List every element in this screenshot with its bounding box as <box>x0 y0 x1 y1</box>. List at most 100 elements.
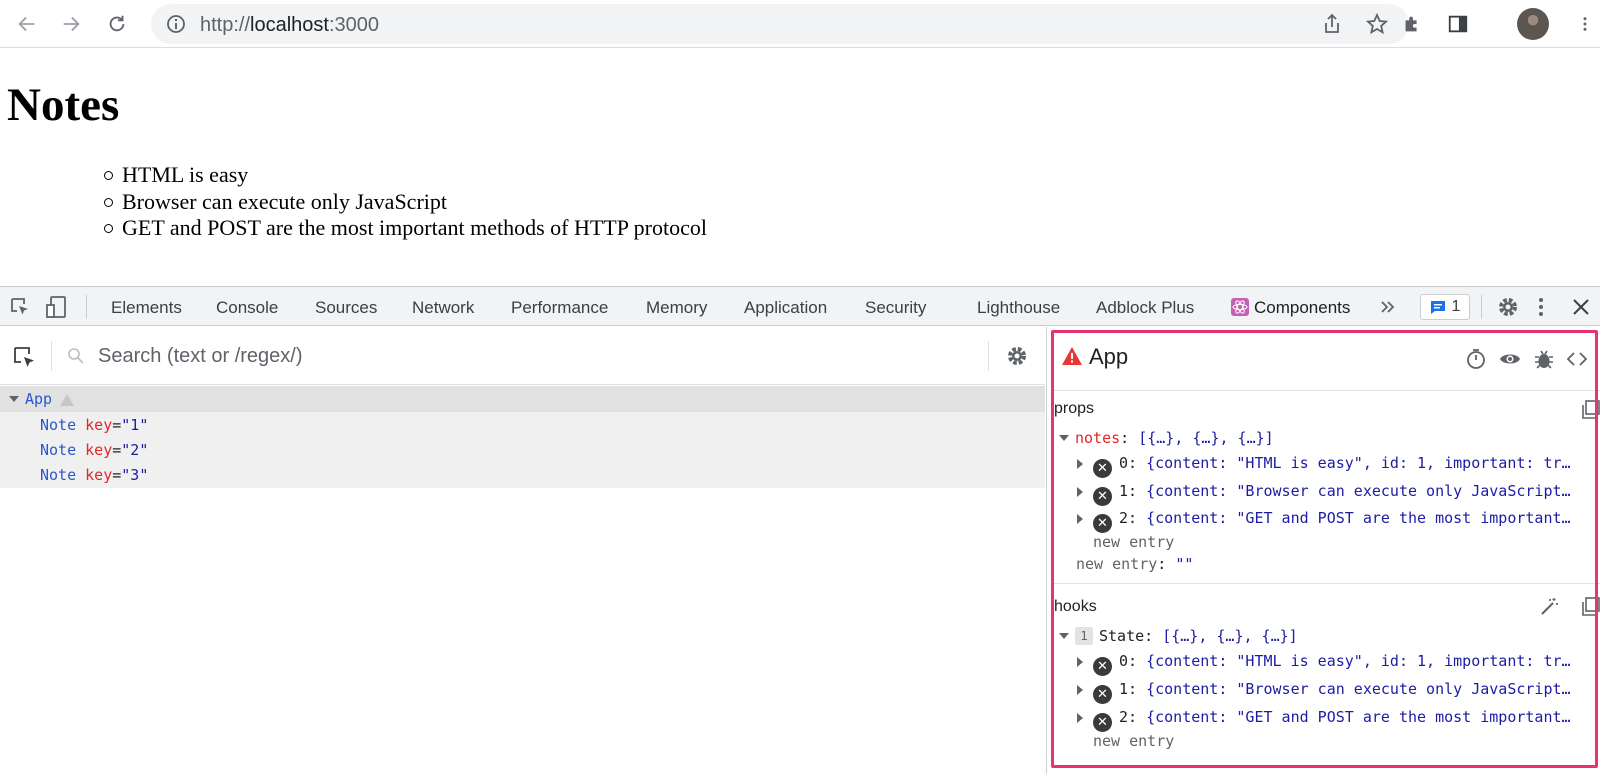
expand-caret-icon[interactable] <box>1077 513 1083 524</box>
hook-state-row[interactable]: 1 State: [{…}, {…}, {…}] <box>1059 625 1298 647</box>
bookmark-star-icon[interactable] <box>1366 13 1388 35</box>
expand-caret-icon[interactable] <box>1059 632 1069 639</box>
hook-id-badge: 1 <box>1075 627 1093 645</box>
tab-console[interactable]: Console <box>216 298 278 318</box>
url-host: localhost <box>250 14 329 36</box>
select-component-icon[interactable] <box>12 345 38 371</box>
tab-elements[interactable]: Elements <box>111 298 182 318</box>
panel-divider[interactable] <box>1046 327 1047 774</box>
tree-node-note[interactable]: Note key="3" <box>0 462 1045 488</box>
tab-security[interactable]: Security <box>865 298 926 318</box>
tab-performance[interactable]: Performance <box>511 298 608 318</box>
tab-lighthouse[interactable]: Lighthouse <box>977 298 1060 318</box>
browser-toolbar: http://localhost:3000 <box>0 0 1600 48</box>
expand-caret-icon[interactable] <box>1077 684 1083 695</box>
message-icon <box>1430 301 1445 314</box>
tree-node-key-value: "3" <box>121 466 149 484</box>
inspector-header: App <box>1051 329 1600 391</box>
eye-icon[interactable] <box>1499 348 1521 370</box>
components-search-input[interactable] <box>98 339 958 373</box>
tab-memory[interactable]: Memory <box>646 298 707 318</box>
hook-entry-row[interactable]: ✕ 1: {content: "Browser can execute only … <box>1077 678 1571 704</box>
url-port: :3000 <box>328 14 380 36</box>
react-icon <box>1231 298 1249 316</box>
parse-hook-names-wand-icon[interactable] <box>1539 597 1559 617</box>
section-separator <box>1051 583 1600 584</box>
issues-count: 1 <box>1451 298 1461 315</box>
tree-node-key: key <box>85 441 113 459</box>
new-entry-input[interactable]: new entry <box>1093 730 1174 752</box>
note-item: GET and POST are the most important meth… <box>104 215 707 242</box>
prop-notes-row[interactable]: notes: [{…}, {…}, {…}] <box>1059 427 1274 449</box>
expand-caret-icon[interactable] <box>1077 712 1083 723</box>
inspect-element-icon[interactable] <box>8 295 32 319</box>
inspected-component-title: App <box>1089 344 1129 369</box>
tree-node-name: Note <box>40 466 77 484</box>
toolbar-separator <box>1481 295 1482 319</box>
hook-entry-row[interactable]: ✕ 2: {content: "GET and POST are the most… <box>1077 706 1571 732</box>
delete-entry-icon[interactable]: ✕ <box>1093 459 1112 478</box>
more-tabs-chevron-icon[interactable] <box>1378 295 1398 319</box>
search-separator <box>51 341 52 371</box>
new-prop-key[interactable]: new entry <box>1076 555 1157 573</box>
info-icon[interactable] <box>166 14 186 34</box>
new-prop-value[interactable]: "" <box>1175 555 1193 573</box>
tab-network[interactable]: Network <box>412 298 474 318</box>
entry-index: 1: <box>1119 482 1138 500</box>
component-inspector-panel: App props notes: [{…}, {…}, {…}] ✕ 0: {co… <box>1051 329 1600 774</box>
new-entry-input[interactable]: new entry <box>1093 531 1174 553</box>
entry-index: 2: <box>1119 509 1138 527</box>
close-devtools-icon[interactable] <box>1569 295 1593 319</box>
devtools-tab-bar: Elements Console Sources Network Perform… <box>0 286 1600 326</box>
tree-node-name: App <box>25 390 53 408</box>
prop-key: notes <box>1075 429 1121 447</box>
profile-avatar[interactable] <box>1517 8 1549 40</box>
new-prop-row[interactable]: new entry: "" <box>1076 553 1193 575</box>
components-settings-gear-icon[interactable] <box>1005 344 1029 368</box>
bug-icon[interactable] <box>1533 348 1555 370</box>
issues-badge[interactable]: 1 <box>1420 294 1470 320</box>
extensions-puzzle-icon[interactable] <box>1397 9 1427 39</box>
delete-entry-icon[interactable]: ✕ <box>1093 657 1112 676</box>
tab-sources[interactable]: Sources <box>315 298 377 318</box>
address-bar[interactable]: http://localhost:3000 <box>151 4 1409 44</box>
entry-value: {content: "HTML is easy", id: 1, importa… <box>1146 652 1571 670</box>
prop-entry-row[interactable]: ✕ 1: {content: "Browser can execute only … <box>1077 480 1571 506</box>
notes-list: HTML is easy Browser can execute only Ja… <box>104 162 707 242</box>
delete-entry-icon[interactable]: ✕ <box>1093 487 1112 506</box>
hook-entry-row[interactable]: ✕ 0: {content: "HTML is easy", id: 1, imp… <box>1077 650 1571 676</box>
devtools-menu-icon[interactable] <box>1535 295 1547 319</box>
tab-adblock-plus[interactable]: Adblock Plus <box>1096 298 1194 318</box>
entry-index: 2: <box>1119 708 1138 726</box>
warning-icon <box>1062 347 1082 365</box>
device-toolbar-icon[interactable] <box>45 295 69 319</box>
browser-menu-icon[interactable] <box>1575 9 1595 39</box>
forward-arrow-icon[interactable] <box>56 9 86 39</box>
reload-icon[interactable] <box>102 9 132 39</box>
settings-gear-icon[interactable] <box>1496 295 1520 319</box>
expand-caret-icon[interactable] <box>1077 458 1083 469</box>
tree-node-note[interactable]: Note key="2" <box>0 437 1045 463</box>
delete-entry-icon[interactable]: ✕ <box>1093 685 1112 704</box>
entry-value: {content: "Browser can execute only Java… <box>1146 482 1571 500</box>
tab-components[interactable]: Components <box>1254 298 1350 318</box>
view-source-icon[interactable] <box>1566 348 1588 370</box>
copy-hooks-icon[interactable] <box>1581 597 1600 617</box>
expand-caret-icon[interactable] <box>1077 656 1083 667</box>
expand-caret-icon[interactable] <box>1059 434 1069 441</box>
tab-application[interactable]: Application <box>744 298 827 318</box>
tree-node-note[interactable]: Note key="1" <box>0 412 1045 438</box>
copy-props-icon[interactable] <box>1581 400 1600 420</box>
share-icon[interactable] <box>1321 13 1343 35</box>
back-arrow-icon[interactable] <box>12 9 42 39</box>
stopwatch-icon[interactable] <box>1465 348 1487 370</box>
tree-node-app[interactable]: App <box>0 386 1045 412</box>
side-panel-icon[interactable] <box>1443 9 1473 39</box>
expand-caret-icon[interactable] <box>9 395 19 402</box>
expand-caret-icon[interactable] <box>1077 486 1083 497</box>
prop-entry-row[interactable]: ✕ 0: {content: "HTML is easy", id: 1, imp… <box>1077 452 1571 478</box>
entry-value: {content: "GET and POST are the most imp… <box>1146 509 1571 527</box>
page-title: Notes <box>7 79 120 131</box>
prop-entry-row[interactable]: ✕ 2: {content: "GET and POST are the most… <box>1077 507 1571 533</box>
tree-node-key: key <box>85 466 113 484</box>
